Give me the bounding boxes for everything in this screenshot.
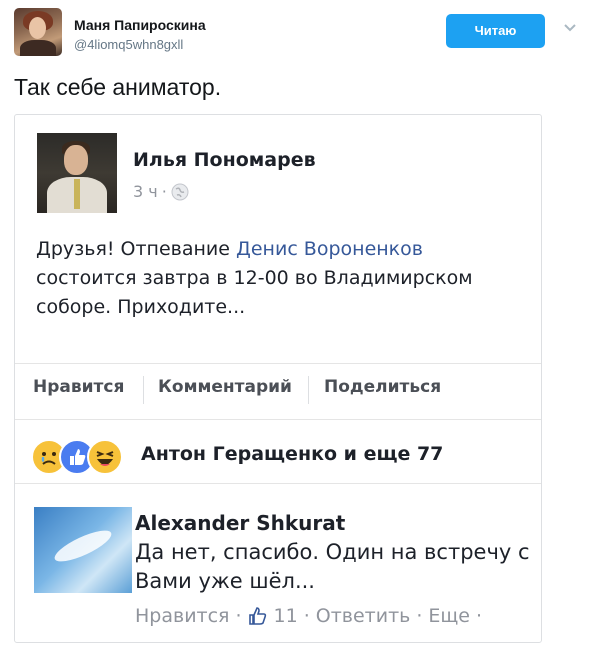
author-name[interactable]: Маня Папироскина xyxy=(74,17,206,33)
divider xyxy=(15,419,541,420)
haha-icon xyxy=(87,439,123,475)
post-text-start: Друзья! Отпевание xyxy=(36,238,237,260)
post-text: Друзья! Отпевание Денис Вороненков состо… xyxy=(36,235,516,322)
share-button[interactable]: Поделиться xyxy=(324,377,441,397)
separator: · xyxy=(416,605,423,627)
meta-separator: · xyxy=(161,182,167,201)
reactions-bar[interactable]: Антон Геращенко и еще 77 xyxy=(29,435,529,475)
like-button[interactable]: Нравится xyxy=(33,377,124,397)
commenter-avatar[interactable] xyxy=(34,507,132,593)
comment-like-count: 11 xyxy=(273,605,298,627)
comment-like-button[interactable]: Нравится xyxy=(135,605,229,627)
comment-author[interactable]: Alexander Shkurat xyxy=(135,511,345,535)
separator: · xyxy=(303,605,310,627)
follow-button[interactable]: Читаю xyxy=(446,14,545,48)
tweet-header: Маня Папироскина @4liomq5whn8gxll Читаю xyxy=(14,8,587,58)
comment-text: Да нет, спасибо. Один на встречу с Вами … xyxy=(135,540,530,593)
post-text-end: состоится завтра в 12-00 во Владимирском… xyxy=(36,267,473,318)
globe-icon xyxy=(171,183,189,200)
post-author-name[interactable]: Илья Пономарев xyxy=(133,149,316,171)
comment-button[interactable]: Комментарий xyxy=(158,377,292,397)
tweet-text: Так себе аниматор. xyxy=(14,74,222,100)
action-separator xyxy=(308,376,309,404)
separator: · xyxy=(476,605,483,627)
comment-actions: Нравится · 11 · Ответить · Еще · xyxy=(135,605,482,627)
separator: · xyxy=(235,605,242,627)
divider xyxy=(15,483,541,484)
facebook-post-card[interactable]: Илья Пономарев 3 ч · Друзья! Отпевание Д… xyxy=(14,114,542,643)
author-handle[interactable]: @4liomq5whn8gxll xyxy=(74,37,183,52)
chevron-down-icon[interactable] xyxy=(562,20,578,36)
thumbs-up-icon xyxy=(248,607,266,625)
post-time[interactable]: 3 ч xyxy=(133,182,158,201)
post-author-photo[interactable] xyxy=(37,133,117,213)
post-meta: 3 ч · xyxy=(133,182,189,201)
post-actions: Нравится Комментарий Поделиться xyxy=(15,363,541,419)
more-button[interactable]: Еще xyxy=(428,605,470,627)
reply-button[interactable]: Ответить xyxy=(316,605,411,627)
reactions-summary[interactable]: Антон Геращенко и еще 77 xyxy=(141,443,443,465)
action-separator xyxy=(143,376,144,404)
author-avatar[interactable] xyxy=(14,8,62,56)
mention-link[interactable]: Денис Вороненков xyxy=(236,238,423,260)
